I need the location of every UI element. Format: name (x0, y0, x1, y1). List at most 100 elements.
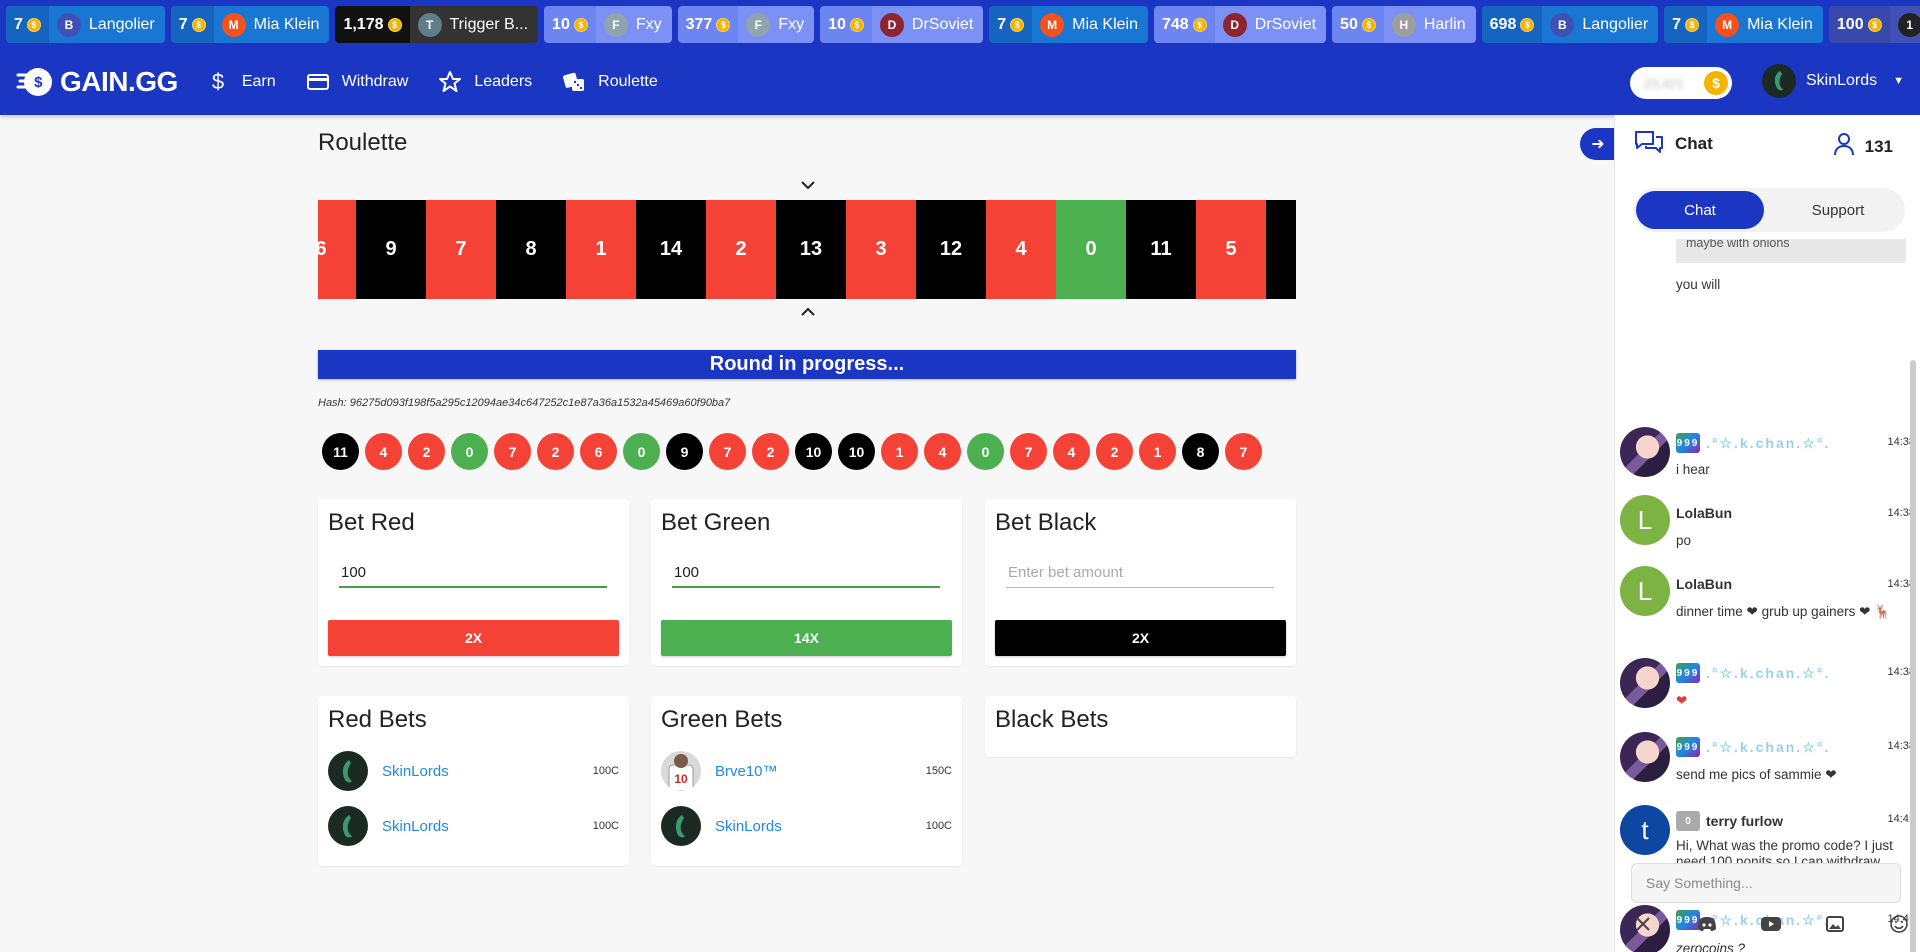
user-menu[interactable]: SkinLords ▼ (1762, 64, 1904, 98)
chat-messages: maybe with onions you will 999 .°☆.k.cha… (1615, 239, 1915, 952)
history-ball: 0 (623, 433, 660, 470)
history-ball: 4 (1053, 433, 1090, 470)
green-bets-title: Green Bets (661, 706, 783, 733)
ticker-user[interactable]: B Langolier (1542, 6, 1659, 43)
history-ball: 8 (1182, 433, 1219, 470)
emoji-icon[interactable] (1887, 912, 1911, 936)
message-author[interactable]: 999 .°☆.k.chan.☆°. (1676, 663, 1830, 683)
bettor-name[interactable]: SkinLords (382, 763, 593, 780)
ticker-user[interactable]: H Harlin (1383, 6, 1476, 43)
nav-earn-label: Earn (241, 73, 276, 90)
bettor-name[interactable]: SkinLords (382, 818, 593, 835)
nav-leaders[interactable]: Leaders (438, 70, 532, 94)
x-icon[interactable] (1631, 912, 1655, 936)
message-author[interactable]: 0 terry furlow (1676, 811, 1783, 831)
coin-icon: $ (1704, 71, 1728, 95)
nav-earn[interactable]: $ Earn (206, 70, 276, 94)
ticker-amount: 698 $ (1481, 6, 1543, 43)
ticker-user[interactable]: 1 (1889, 6, 1920, 43)
coin-icon: $ (191, 17, 206, 32)
message-text: send me pics of sammie ❤ (1676, 767, 1837, 782)
ticker-user[interactable]: D DrSoviet (871, 6, 984, 43)
chat-footer-icons (1631, 912, 1911, 936)
ticker-user[interactable]: F Fxy (738, 6, 815, 43)
chat-panel: Chat 131 Chat Support maybe with onions … (1614, 115, 1920, 952)
ticker-user[interactable]: D DrSoviet (1214, 6, 1327, 43)
coin-icon: $ (26, 17, 41, 32)
balance-display[interactable]: 23,421 $ (1630, 67, 1732, 99)
green-bets-list: Green Bets 10 Brve10™ 150C SkinLords 100… (651, 696, 962, 866)
author-name: .°☆.k.chan.☆°. (1706, 434, 1831, 451)
logo[interactable]: $ GAIN.GG (16, 65, 178, 99)
nav-withdraw[interactable]: Withdraw (306, 70, 408, 94)
avatar[interactable]: t (1620, 805, 1670, 855)
chat-message-input[interactable] (1631, 863, 1901, 903)
coin-icon: $ (573, 17, 588, 32)
bettor-name[interactable]: SkinLords (715, 818, 926, 835)
bet-black-input[interactable] (1006, 558, 1274, 588)
message-author[interactable]: 999 .°☆.k.chan.☆°. (1676, 433, 1830, 453)
bet-green-input[interactable] (672, 558, 940, 588)
image-icon[interactable] (1823, 912, 1847, 936)
ticker-amount: 7 $ (170, 6, 214, 43)
bet-green-button[interactable]: 14X (661, 620, 952, 656)
history-ball: 7 (1225, 433, 1262, 470)
history-ball: 10 (838, 433, 875, 470)
recent-wins-ticker: 7 $ B Langolier 7 $ M Mia Klein 1,178 $ T Trigger B… (0, 0, 1920, 49)
history-ball: 6 (580, 433, 617, 470)
avatar[interactable] (1620, 732, 1670, 782)
bet-green-title: Bet Green (661, 509, 771, 536)
message-text: you will (1676, 277, 1721, 292)
bet-red-button[interactable]: 2X (328, 620, 619, 656)
ticker-amount: 377 $ (677, 6, 739, 43)
ticker-user[interactable]: T Trigger B... (409, 6, 539, 43)
roulette-page: Roulette 6978114213312401151 Round in pr… (0, 115, 1614, 952)
bet-red-input[interactable] (339, 558, 607, 588)
ticker-user[interactable]: M Mia Klein (213, 6, 330, 43)
wheel-slot: 1 (566, 200, 636, 299)
message-author[interactable]: 999 .°☆.k.chan.☆°. (1676, 737, 1830, 757)
nav-roulette[interactable]: Roulette (562, 70, 658, 94)
history-ball: 4 (924, 433, 961, 470)
wheel-slot: 0 (1056, 200, 1126, 299)
ticker-username: Mia Klein (253, 15, 320, 33)
tab-chat[interactable]: Chat (1636, 191, 1764, 229)
history-ball: 7 (494, 433, 531, 470)
avatar: T (417, 12, 442, 37)
message-text: i hear (1676, 462, 1710, 477)
youtube-icon[interactable] (1759, 912, 1783, 936)
page-title: Roulette (318, 129, 408, 156)
avatar[interactable]: L (1620, 495, 1670, 545)
history-ball: 9 (666, 433, 703, 470)
bettor-name[interactable]: Brve10™ (715, 763, 926, 780)
chat-title: Chat (1675, 134, 1713, 153)
chat-scrollbar[interactable] (1910, 360, 1916, 952)
ticker-user[interactable]: M Mia Klein (1707, 6, 1823, 43)
message-author[interactable]: LolaBun (1676, 505, 1732, 521)
ticker-amount: 100 $ (1828, 6, 1890, 43)
avatar[interactable] (1620, 658, 1670, 708)
ticker-user[interactable]: F Fxy (595, 6, 672, 43)
bet-black-button[interactable]: 2X (995, 620, 1286, 656)
ticker-user[interactable]: M Mia Klein (1032, 6, 1148, 43)
tab-support[interactable]: Support (1774, 191, 1902, 229)
list-item: SkinLords 100C (328, 750, 619, 792)
ticker-item: 7 $ M Mia Klein (1664, 6, 1823, 43)
ticker-user[interactable]: B Langolier (48, 6, 165, 43)
ticker-amount: 1,178 $ (335, 6, 410, 43)
history-ball: 2 (1096, 433, 1133, 470)
message-author[interactable]: LolaBun (1676, 576, 1732, 592)
history-ball: 2 (408, 433, 445, 470)
coin-icon: $ (1010, 17, 1025, 32)
red-bets-title: Red Bets (328, 706, 427, 733)
avatar[interactable]: L (1620, 566, 1670, 616)
list-item: SkinLords 100C (328, 805, 619, 847)
discord-icon[interactable] (1695, 912, 1719, 936)
red-bets-list: Red Bets SkinLords 100C SkinLords 100C (318, 696, 629, 866)
roulette-wheel: 6978114213312401151 (318, 200, 1296, 299)
avatar[interactable] (1620, 427, 1670, 477)
collapse-chat-button[interactable]: ➜ (1580, 128, 1616, 160)
ticker-username: Trigger B... (449, 15, 529, 33)
chat-header: Chat 131 (1615, 115, 1920, 173)
avatar: F (746, 12, 771, 37)
